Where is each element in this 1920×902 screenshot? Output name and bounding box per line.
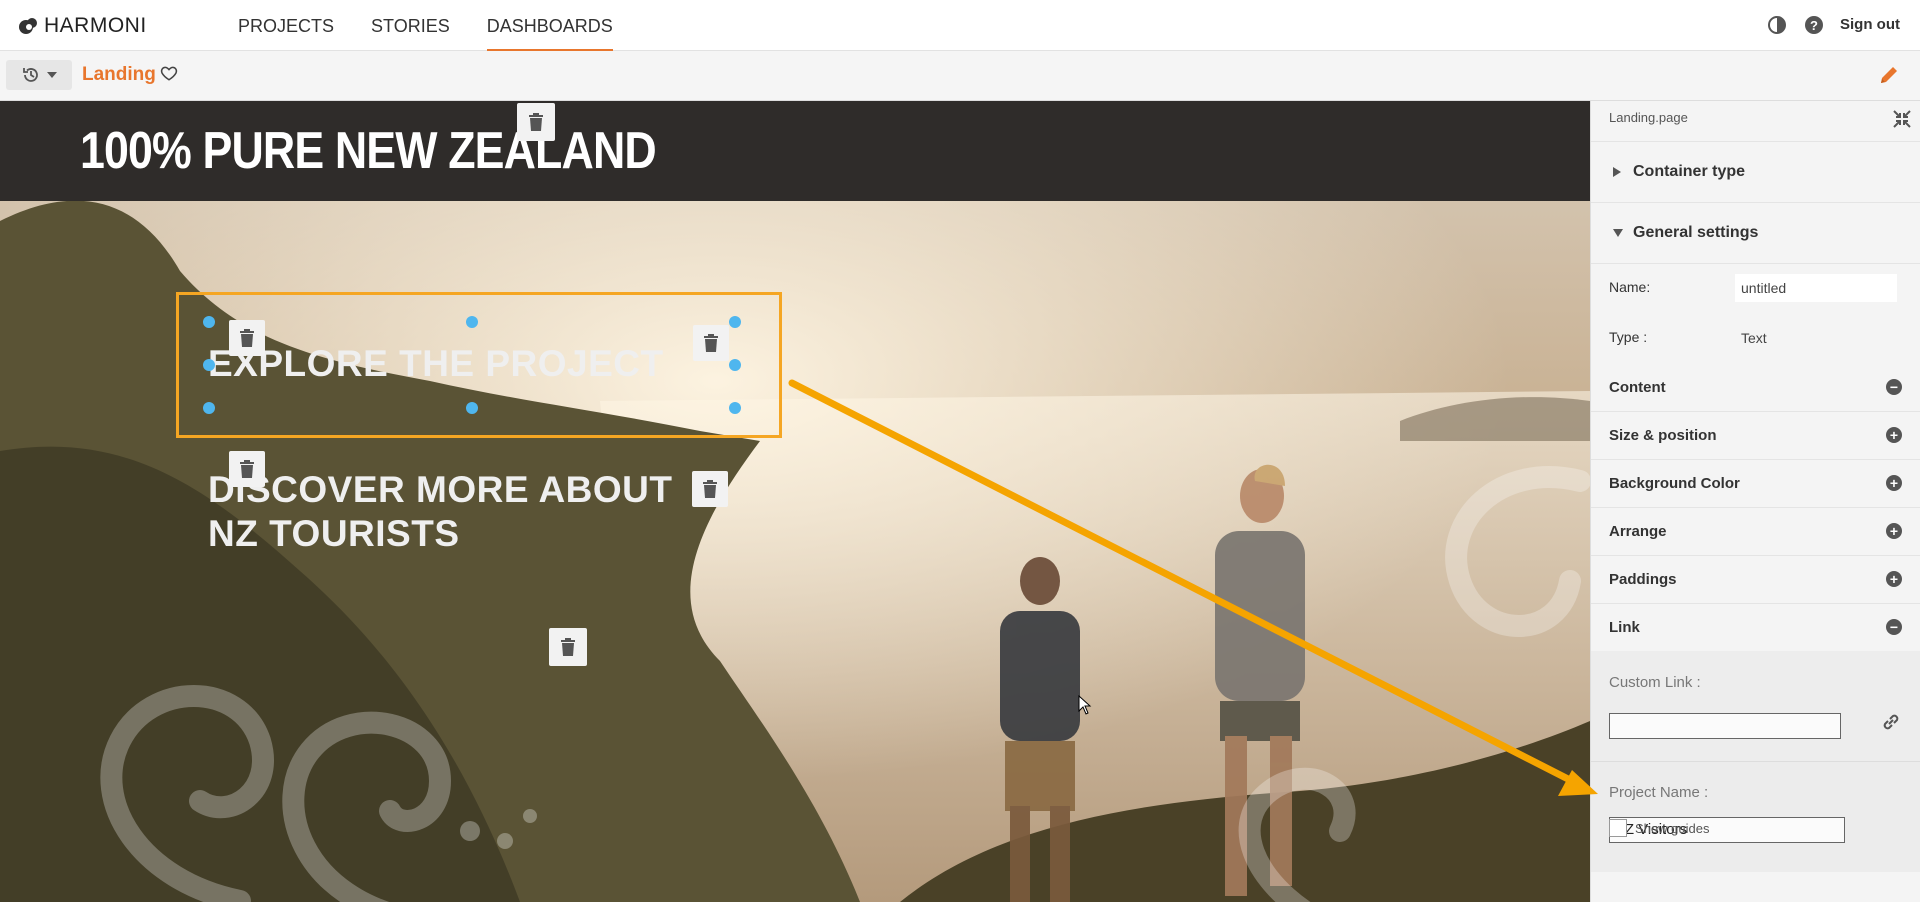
delete-text-button[interactable] <box>692 471 728 507</box>
dashboard-canvas[interactable]: 100% PURE NEW ZEALAND EXPLORE THE PROJEC… <box>0 101 1590 902</box>
top-nav: HARMONI PROJECTS STORIES DASHBOARDS ? Si… <box>0 0 1920 51</box>
resize-handle[interactable] <box>466 316 478 328</box>
name-input[interactable]: untitled <box>1735 274 1897 302</box>
main-nav: PROJECTS STORIES DASHBOARDS <box>238 0 613 51</box>
history-dropdown-button[interactable] <box>6 60 72 90</box>
plus-circle-icon[interactable]: + <box>1886 427 1902 443</box>
tab-projects[interactable]: PROJECTS <box>238 0 334 51</box>
plus-circle-icon[interactable]: + <box>1886 571 1902 587</box>
history-icon <box>23 68 38 82</box>
brand-name: HARMONI <box>44 14 147 37</box>
container-type-section[interactable]: Container type <box>1591 142 1920 203</box>
section-label: Arrange <box>1609 523 1667 540</box>
trash-icon <box>704 334 718 352</box>
page-toolbar: Landing <box>0 51 1920 101</box>
delete-text-button[interactable] <box>693 325 729 361</box>
custom-link-label: Custom Link : <box>1609 674 1701 691</box>
project-name-area: Project Name : NZ Visitors <box>1591 761 1920 872</box>
resize-handle[interactable] <box>203 402 215 414</box>
minus-circle-icon[interactable]: − <box>1886 619 1902 635</box>
resize-handle[interactable] <box>203 359 215 371</box>
header-banner[interactable]: 100% PURE NEW ZEALAND <box>0 101 1590 201</box>
general-settings-label: General settings <box>1633 224 1759 241</box>
plus-circle-icon[interactable]: + <box>1886 475 1902 491</box>
collapse-panel-icon[interactable] <box>1892 109 1912 134</box>
show-guides-toggle[interactable]: Show guides <box>1609 819 1709 837</box>
trash-icon <box>529 113 543 131</box>
heart-icon[interactable] <box>160 64 178 87</box>
plus-circle-icon[interactable]: + <box>1886 523 1902 539</box>
show-guides-checkbox[interactable] <box>1609 819 1627 837</box>
custom-link-area: Custom Link : <box>1591 651 1920 761</box>
resize-handle[interactable] <box>729 359 741 371</box>
show-guides-label: Show guides <box>1635 820 1710 836</box>
type-row: Type : Text <box>1591 314 1920 364</box>
edit-pencil-icon[interactable] <box>1878 64 1900 91</box>
brand-logo[interactable]: HARMONI <box>18 14 147 38</box>
harmoni-logo-icon <box>19 18 37 34</box>
container-type-label: Container type <box>1633 163 1746 180</box>
tab-stories[interactable]: STORIES <box>371 0 450 51</box>
resize-handle[interactable] <box>729 402 741 414</box>
subheading-line: NZ TOURISTS <box>208 513 460 554</box>
delete-text-button[interactable] <box>229 320 265 356</box>
section-label: Background Color <box>1609 475 1740 492</box>
page-title: Landing <box>82 64 156 85</box>
help-icon[interactable]: ? <box>1803 14 1824 35</box>
type-value: Text <box>1741 330 1767 346</box>
trash-icon <box>240 329 254 347</box>
custom-link-input[interactable] <box>1609 713 1841 739</box>
section-link[interactable]: Link − <box>1591 604 1920 651</box>
name-label: Name: <box>1609 279 1651 295</box>
type-label: Type : <box>1609 329 1648 345</box>
nav-actions: ? Sign out <box>1766 14 1900 35</box>
trash-icon <box>561 638 575 656</box>
section-paddings[interactable]: Paddings + <box>1591 556 1920 604</box>
section-label: Size & position <box>1609 427 1717 444</box>
caret-right-icon <box>1613 167 1621 177</box>
caret-down-icon <box>1613 229 1623 237</box>
section-arrange[interactable]: Arrange + <box>1591 508 1920 556</box>
section-content[interactable]: Content − <box>1591 364 1920 412</box>
section-label: Paddings <box>1609 571 1677 588</box>
resize-handle[interactable] <box>203 316 215 328</box>
tab-dashboards[interactable]: DASHBOARDS <box>486 0 613 51</box>
resize-handle[interactable] <box>729 316 741 328</box>
mouse-cursor-icon <box>1078 695 1092 715</box>
contrast-icon[interactable] <box>1766 14 1787 35</box>
explore-heading[interactable]: EXPLORE THE PROJECT <box>208 342 664 386</box>
properties-panel: Landing.page Container type General sett… <box>1590 101 1920 902</box>
section-size-position[interactable]: Size & position + <box>1591 412 1920 460</box>
discover-subheading[interactable]: DISCOVER MORE ABOUT NZ TOURISTS <box>208 468 672 556</box>
trash-icon <box>240 460 254 478</box>
link-icon[interactable] <box>1880 711 1902 738</box>
section-label: Link <box>1609 619 1640 636</box>
delete-banner-button[interactable] <box>517 103 555 141</box>
sign-out-link[interactable]: Sign out <box>1840 16 1900 33</box>
trash-icon <box>703 480 717 498</box>
panel-path: Landing.page <box>1609 110 1688 125</box>
minus-circle-icon[interactable]: − <box>1886 379 1902 395</box>
project-name-label: Project Name : <box>1609 784 1709 801</box>
section-label: Content <box>1609 379 1666 396</box>
subheading-line: DISCOVER MORE ABOUT <box>208 469 673 510</box>
panel-header: Landing.page <box>1591 101 1920 142</box>
svg-text:?: ? <box>1810 18 1818 33</box>
general-settings-section[interactable]: General settings <box>1591 203 1920 264</box>
name-row: Name: untitled <box>1591 264 1920 314</box>
delete-element-button[interactable] <box>549 628 587 666</box>
section-background-color[interactable]: Background Color + <box>1591 460 1920 508</box>
delete-text-button[interactable] <box>229 451 265 487</box>
chevron-down-icon <box>47 72 57 78</box>
banner-title[interactable]: 100% PURE NEW ZEALAND <box>80 121 657 181</box>
resize-handle[interactable] <box>466 402 478 414</box>
